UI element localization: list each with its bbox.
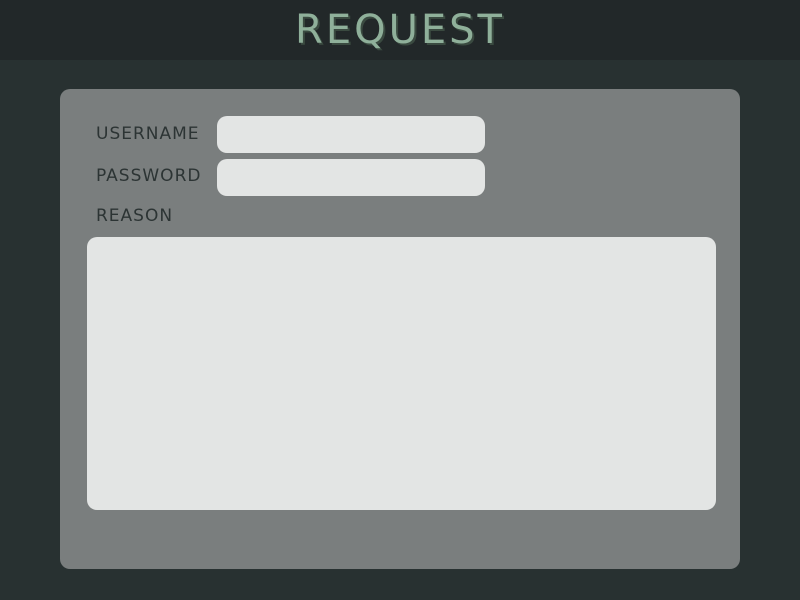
page-title: REQUEST	[295, 7, 505, 53]
username-field[interactable]	[217, 116, 485, 153]
header-bar: REQUEST	[0, 0, 800, 60]
username-label: USERNAME	[96, 124, 200, 144]
reason-textarea[interactable]	[87, 237, 716, 510]
reason-label: REASON	[96, 206, 174, 226]
password-label: PASSWORD	[96, 166, 202, 186]
password-field[interactable]	[217, 159, 485, 196]
request-form-panel: USERNAME PASSWORD REASON	[60, 89, 740, 569]
